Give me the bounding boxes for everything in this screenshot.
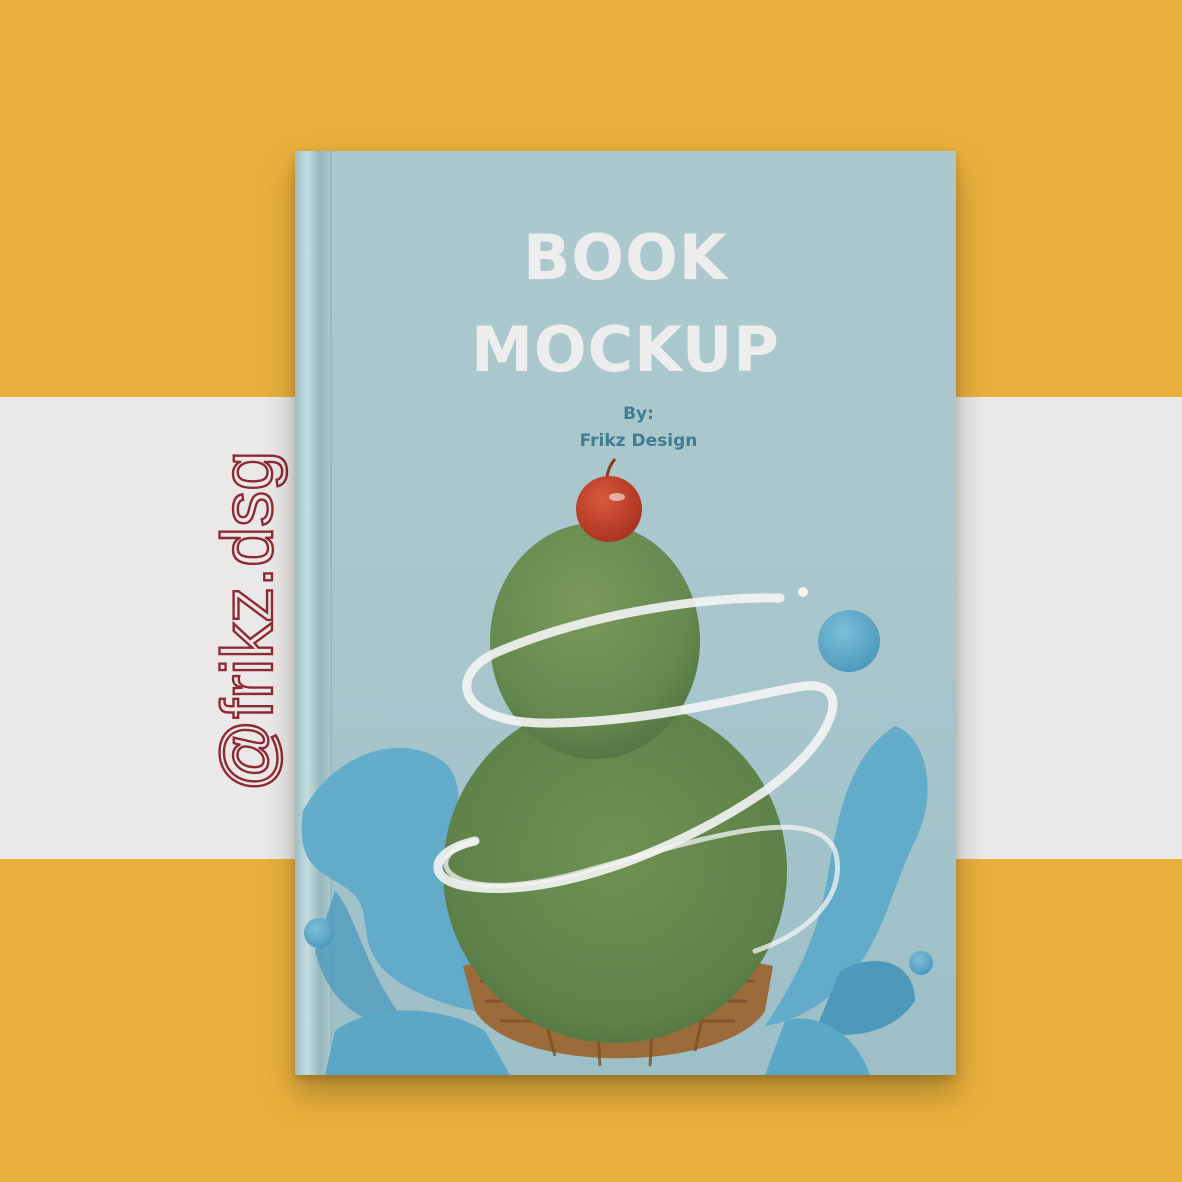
droplet bbox=[304, 918, 334, 948]
droplet bbox=[909, 951, 933, 975]
book-title-line1: BOOK bbox=[523, 221, 728, 294]
social-handle-text: @frikz.dsg bbox=[208, 451, 288, 792]
byline-label: By: bbox=[623, 404, 654, 424]
book-mockup: BOOK MOCKUP By: Frikz Design bbox=[295, 151, 956, 1075]
cherry bbox=[576, 476, 642, 542]
droplet bbox=[818, 610, 880, 672]
social-handle: @frikz.dsg bbox=[207, 450, 289, 794]
book-title-line2: MOCKUP bbox=[471, 313, 780, 386]
author-name: Frikz Design bbox=[579, 431, 698, 451]
